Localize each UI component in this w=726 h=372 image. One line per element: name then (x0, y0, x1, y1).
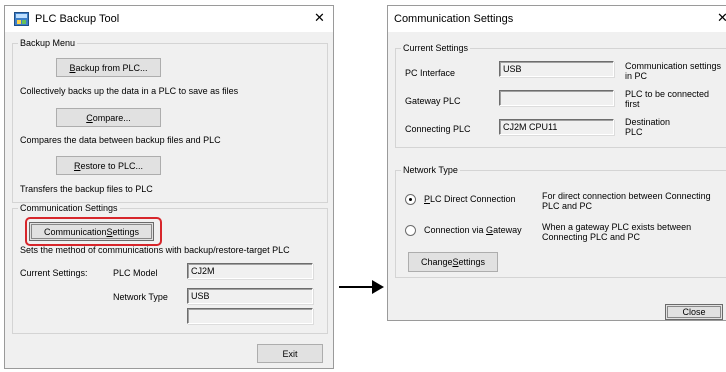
title-bar: Communication Settings ✕ (388, 6, 726, 32)
gateway-plc-note: PLC to be connected first (625, 89, 710, 109)
current-settings-group: Current Settings PC Interface USB Commun… (395, 43, 726, 148)
close-icon[interactable]: ✕ (314, 11, 325, 24)
close-button[interactable]: Close (665, 304, 723, 320)
communication-settings-legend: Communication Settings (18, 203, 120, 214)
network-type-legend: Network Type (401, 165, 460, 176)
connecting-plc-field: CJ2M CPU11 (499, 119, 614, 135)
highlight-box (25, 217, 162, 246)
title-bar: PLC Backup Tool ✕ (5, 6, 333, 32)
network-type-label: Network Type (113, 292, 168, 302)
gateway-plc-field (499, 90, 614, 106)
backup-menu-legend: Backup Menu (18, 38, 78, 49)
window-title: Communication Settings (394, 13, 514, 25)
connection-via-gateway-label[interactable]: Connection via Gateway (424, 225, 522, 236)
exit-button[interactable]: Exit (257, 344, 323, 363)
right-arrow-icon (339, 280, 384, 294)
connecting-plc-note: Destination PLC (625, 117, 671, 137)
plc-backup-tool-window: PLC Backup Tool ✕ Backup Menu Backup fro… (4, 5, 334, 369)
communication-settings-window: Communication Settings ✕ Current Setting… (387, 5, 726, 321)
connection-via-gateway-description: When a gateway PLC exists between Connec… (542, 222, 692, 242)
backup-menu-group: Backup Menu Backup from PLC... Collectiv… (12, 38, 328, 203)
current-settings-legend: Current Settings (401, 43, 471, 54)
pc-interface-label: PC Interface (405, 68, 456, 78)
window-title: PLC Backup Tool (35, 13, 120, 25)
app-icon (14, 12, 29, 26)
current-settings-label: Current Settings: (20, 268, 88, 278)
communication-settings-description: Sets the method of communications with b… (20, 245, 290, 255)
compare-button[interactable]: Compare... (56, 108, 161, 127)
backup-description: Collectively backs up the data in a PLC … (20, 86, 239, 96)
restore-to-plc-button[interactable]: Restore to PLC... (56, 156, 161, 175)
gateway-plc-label: Gateway PLC (405, 96, 461, 106)
plc-direct-connection-radio[interactable] (405, 194, 416, 205)
close-icon[interactable]: ✕ (717, 11, 726, 24)
network-type-group: Network Type PLC Direct Connection For d… (395, 165, 726, 278)
restore-description: Transfers the backup files to PLC (20, 184, 153, 194)
backup-from-plc-button[interactable]: Backup from PLC... (56, 58, 161, 77)
change-settings-button[interactable]: Change Settings (408, 252, 498, 272)
plc-direct-connection-label[interactable]: PLC Direct Connection (424, 194, 516, 205)
plc-model-field: CJ2M (187, 263, 313, 279)
plc-model-label: PLC Model (113, 268, 158, 278)
connection-via-gateway-radio[interactable] (405, 225, 416, 236)
network-detail-field (187, 308, 313, 324)
pc-interface-note: Communication settings in PC (625, 61, 722, 81)
pc-interface-field: USB (499, 61, 614, 77)
network-type-field: USB (187, 288, 313, 304)
compare-description: Compares the data between backup files a… (20, 135, 221, 145)
plc-direct-connection-description: For direct connection between Connecting… (542, 191, 711, 211)
connecting-plc-label: Connecting PLC (405, 124, 471, 134)
